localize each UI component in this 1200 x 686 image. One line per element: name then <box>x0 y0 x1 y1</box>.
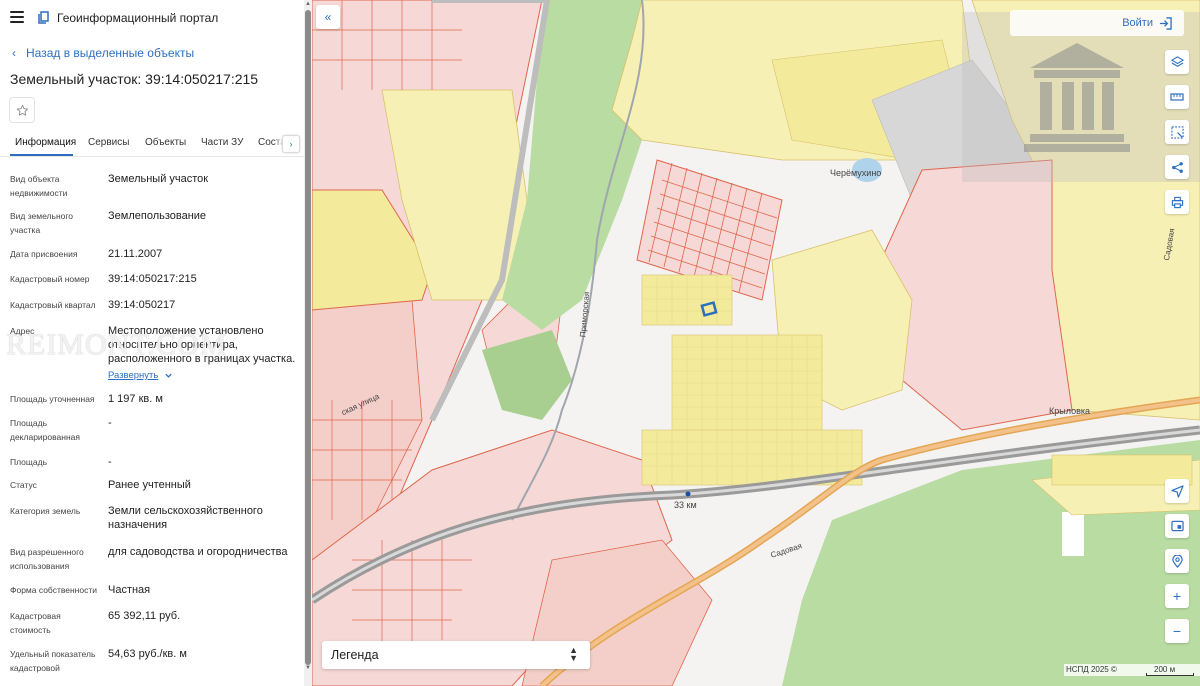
building-logo-icon <box>1024 43 1130 152</box>
scale-bar <box>1146 673 1194 676</box>
object-tabs: Информация Сервисы Объекты Части ЗУ Сост… <box>0 130 304 157</box>
scroll-up-icon[interactable]: ▲ <box>305 1 311 7</box>
zoom-in-button[interactable]: + <box>1165 584 1189 608</box>
active-tab-indicator <box>10 154 73 156</box>
portal-title: Геоинформационный портал <box>57 11 219 25</box>
expand-address-link[interactable]: Развернуть <box>108 370 158 381</box>
favorite-button[interactable] <box>9 97 35 123</box>
attr-value: Земельный участок <box>108 173 209 185</box>
attr-label: Статус <box>10 480 37 490</box>
map-mode-icon <box>1170 520 1184 532</box>
back-link-label: Назад в выделенные объекты <box>26 46 195 60</box>
railway-km-label: 33 км <box>674 500 697 510</box>
attr-value: 39:14:050217 <box>108 299 176 311</box>
layers-icon <box>1170 55 1184 67</box>
geo-search-button[interactable] <box>1165 549 1189 573</box>
attr-label: Кадастровый номер <box>10 274 90 284</box>
menu-icon[interactable] <box>10 11 24 23</box>
attr-label: Кадастровая стоимость <box>10 611 61 635</box>
attr-label: Вид объекта недвижимости <box>10 174 68 198</box>
measure-button[interactable] <box>1165 85 1189 109</box>
top-bar: Геоинформационный портал <box>0 0 304 36</box>
place-label-krylovka: Крыловка <box>1049 406 1090 416</box>
back-to-selected-link[interactable]: ‹ Назад в выделенные объекты <box>12 46 194 60</box>
login-button[interactable]: Войти <box>1010 10 1184 36</box>
zoom-in-icon: + <box>1172 588 1182 604</box>
layers-button[interactable] <box>1165 50 1189 74</box>
attr-value: Землепользование <box>108 210 207 222</box>
attr-label: Площадь декларированная <box>10 418 80 442</box>
tabs-scroll-right-button[interactable]: › <box>282 135 300 153</box>
attr-value: Местоположение установлено относительно … <box>108 324 300 383</box>
ruler-icon <box>1170 93 1184 101</box>
collapse-panel-button[interactable]: « <box>316 5 340 29</box>
share-icon <box>1171 161 1183 173</box>
expand-collapse-icon: ▲ ▼ <box>569 645 578 663</box>
chevron-right-icon: › <box>289 139 293 149</box>
attr-label: Кадастровый квартал <box>10 300 96 310</box>
double-chevron-left-icon: « <box>324 10 332 24</box>
attr-label: Удельный показатель кадастровой <box>10 649 96 673</box>
legend-dropdown[interactable]: Легенда ▲ ▼ <box>322 641 590 669</box>
portal-logo-icon <box>38 11 49 24</box>
select-area-icon <box>1170 125 1184 139</box>
attr-label: Форма собственности <box>10 585 97 595</box>
scroll-down-icon[interactable]: ▼ <box>305 665 311 671</box>
tab-parts[interactable]: Части ЗУ <box>201 137 243 148</box>
geo-search-icon <box>1171 554 1183 568</box>
attr-label: Дата присвоения <box>10 249 78 259</box>
attr-label: Вид земельного участка <box>10 211 74 235</box>
zoom-out-icon: − <box>1172 623 1182 639</box>
attr-label: Вид разрешенного использования <box>10 547 84 571</box>
tab-objects[interactable]: Объекты <box>145 137 186 148</box>
place-label-cheremukhino: Черёмухино <box>830 168 882 178</box>
attr-value: для садоводства и огородничества <box>108 546 288 558</box>
attr-label: Адрес <box>10 326 35 336</box>
star-icon <box>16 104 28 116</box>
attr-value: Ранее учтенный <box>108 479 191 491</box>
map-view[interactable]: Черёмухино Крыловка 33 км Садовая Садова… <box>312 0 1200 686</box>
zoom-out-button[interactable]: − <box>1165 619 1189 643</box>
select-area-button[interactable] <box>1165 120 1189 144</box>
share-button[interactable] <box>1165 155 1189 179</box>
object-info-panel: Геоинформационный портал ‹ Назад в выделе… <box>0 0 312 686</box>
attr-value: - <box>108 417 112 429</box>
attr-value: 21.11.2007 <box>108 248 163 260</box>
attr-value: - <box>108 456 112 468</box>
print-icon <box>1171 196 1183 208</box>
print-button[interactable] <box>1165 190 1189 214</box>
chevron-down-icon[interactable] <box>164 371 173 380</box>
attr-value: 54,63 руб./кв. м <box>108 648 187 660</box>
attr-label: Площадь <box>10 457 48 467</box>
map-mode-button[interactable] <box>1165 514 1189 538</box>
chevron-left-icon: ‹ <box>12 46 16 60</box>
login-label: Войти <box>1122 17 1153 29</box>
locate-button[interactable] <box>1165 479 1189 503</box>
locate-icon <box>1170 484 1184 498</box>
copyright-label: НСПД 2025 © <box>1066 665 1117 674</box>
attr-value: 39:14:050217:215 <box>108 273 197 285</box>
login-icon <box>1159 16 1172 30</box>
attr-value: Земли сельскохозяйственного назначения <box>108 505 263 531</box>
map-attribution: НСПД 2025 © 200 м <box>1064 664 1200 676</box>
tab-services[interactable]: Сервисы <box>88 137 129 148</box>
attr-value: Частная <box>108 584 151 596</box>
tab-info[interactable]: Информация <box>15 137 76 148</box>
legend-label: Легенда <box>331 648 379 662</box>
attr-value: 1 197 кв. м <box>108 393 163 405</box>
panel-scrollbar[interactable] <box>305 10 311 665</box>
attr-label: Площадь уточненная <box>10 394 95 404</box>
attr-value: 65 392,11 руб. <box>108 610 181 622</box>
object-title: Земельный участок: 39:14:050217:215 <box>10 71 259 87</box>
attr-label: Категория земель <box>10 506 81 516</box>
address-text: Местоположение установлено относительно … <box>108 325 296 365</box>
